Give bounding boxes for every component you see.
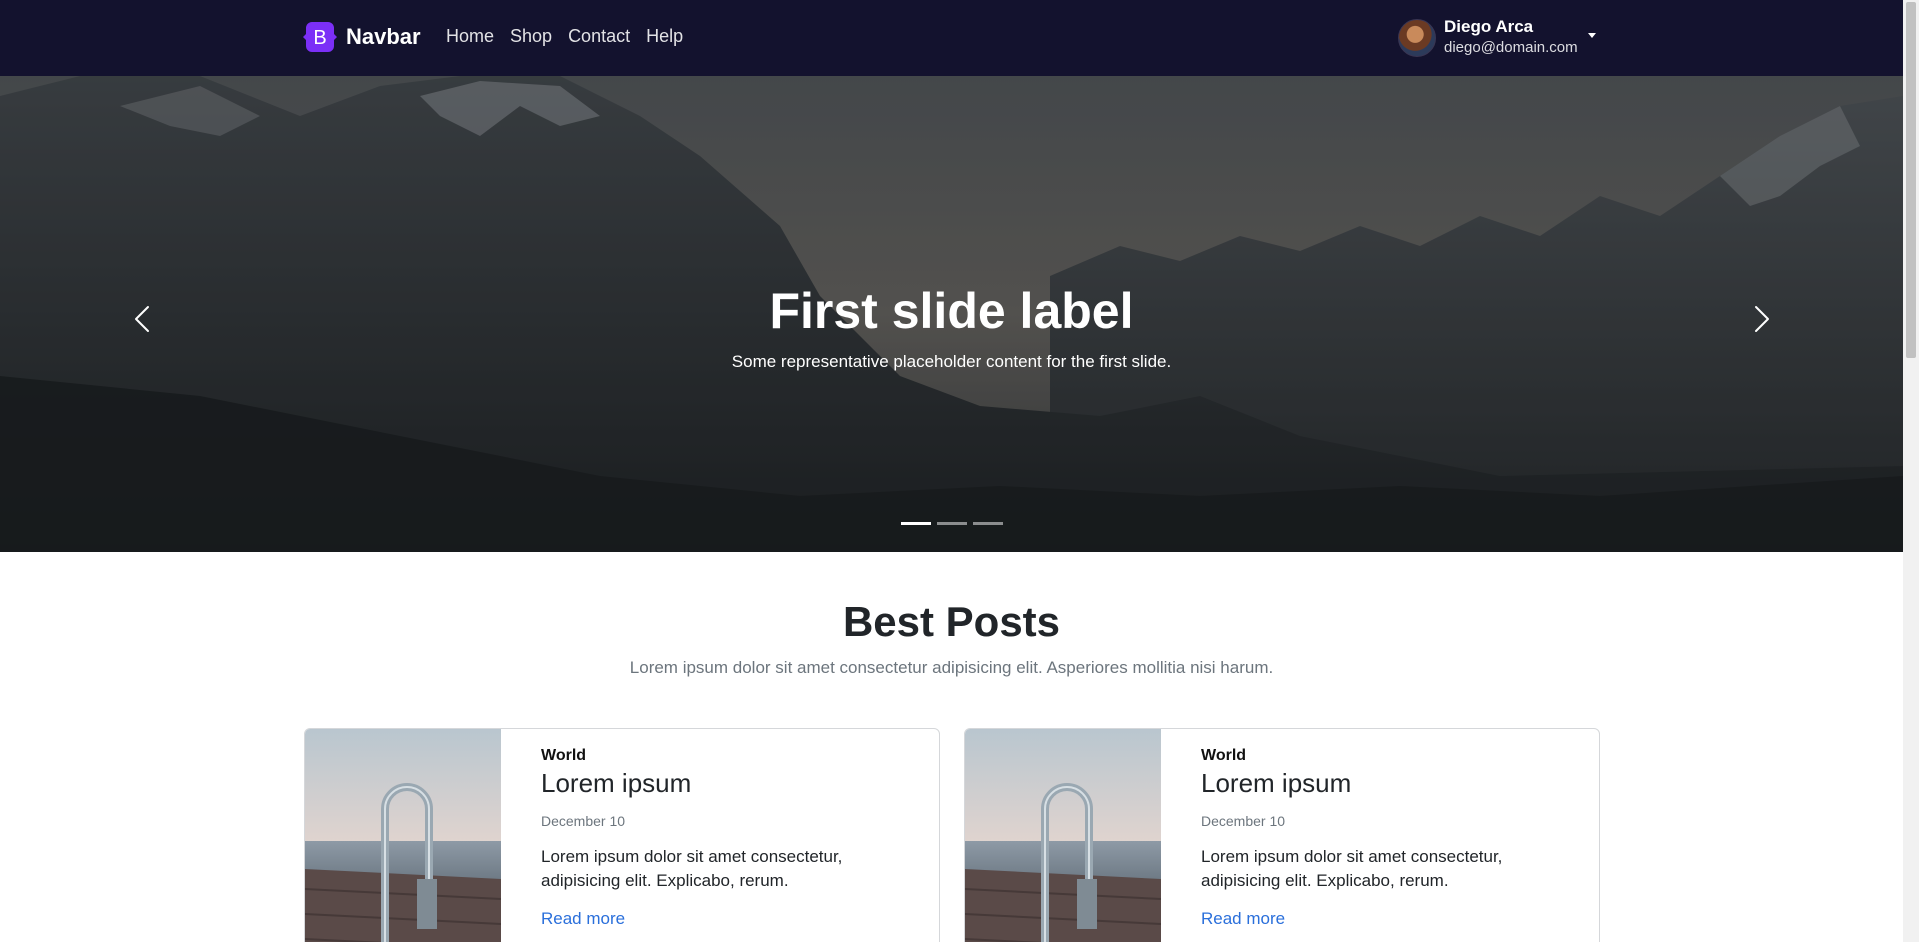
read-more-link[interactable]: Read more (1201, 909, 1285, 929)
section-title: Best Posts (842, 598, 1061, 645)
top-navbar: B Navbar Home Shop Contact Help Diego Ar… (0, 0, 1903, 76)
post-image (965, 729, 1161, 942)
post-card: World Lorem ipsum December 10 Lorem ipsu… (964, 728, 1600, 942)
carousel-indicators (901, 522, 1003, 525)
bootstrap-logo-icon: B (303, 22, 337, 52)
read-more-link[interactable]: Read more (541, 909, 625, 929)
svg-text:B: B (313, 27, 326, 49)
slide-caption: First slide label Some representative pl… (0, 282, 1903, 372)
user-menu[interactable]: Diego Arca diego@domain.com (1398, 17, 1596, 59)
post-date: December 10 (1201, 813, 1286, 829)
post-body: World Lorem ipsum December 10 Lorem ipsu… (1201, 747, 1581, 929)
caret-down-icon[interactable] (1587, 32, 1596, 38)
nav-link-shop[interactable]: Shop (510, 26, 552, 47)
carousel-indicator-2[interactable] (937, 522, 967, 525)
slide-title: First slide label (769, 283, 1134, 339)
post-body: World Lorem ipsum December 10 Lorem ipsu… (541, 747, 921, 929)
nav-link-help[interactable]: Help (646, 26, 683, 47)
post-title: Lorem ipsum (1201, 768, 1352, 798)
slide-text: Some representative placeholder content … (731, 352, 1172, 371)
page-scrollbar[interactable] (1903, 0, 1919, 942)
brand-name: Navbar (346, 24, 421, 49)
scrollbar-thumb[interactable] (1906, 2, 1916, 358)
user-name: Diego Arca (1444, 17, 1534, 36)
section-subtitle: Lorem ipsum dolor sit amet consectetur a… (629, 658, 1274, 677)
post-category: World (541, 747, 587, 764)
post-date: December 10 (541, 813, 626, 829)
post-category: World (1201, 747, 1247, 764)
carousel-indicator-3[interactable] (973, 522, 1003, 525)
nav-link-contact[interactable]: Contact (568, 26, 630, 47)
post-card: World Lorem ipsum December 10 Lorem ipsu… (304, 728, 940, 942)
post-excerpt: Lorem ipsum dolor sit amet consectetur, … (541, 847, 843, 890)
post-excerpt: Lorem ipsum dolor sit amet consectetur, … (1201, 847, 1503, 890)
user-info: Diego Arca diego@domain.com (1444, 17, 1578, 59)
post-title: Lorem ipsum (541, 768, 692, 798)
nav-links: Home Shop Contact Help (446, 26, 699, 47)
hero-carousel: First slide label Some representative pl… (0, 76, 1903, 552)
post-image (305, 729, 501, 942)
avatar (1398, 19, 1436, 57)
carousel-indicator-1[interactable] (901, 522, 931, 525)
user-email: diego@domain.com (1444, 39, 1578, 56)
nav-link-home[interactable]: Home (446, 26, 494, 47)
brand-link[interactable]: B Navbar (303, 22, 421, 52)
